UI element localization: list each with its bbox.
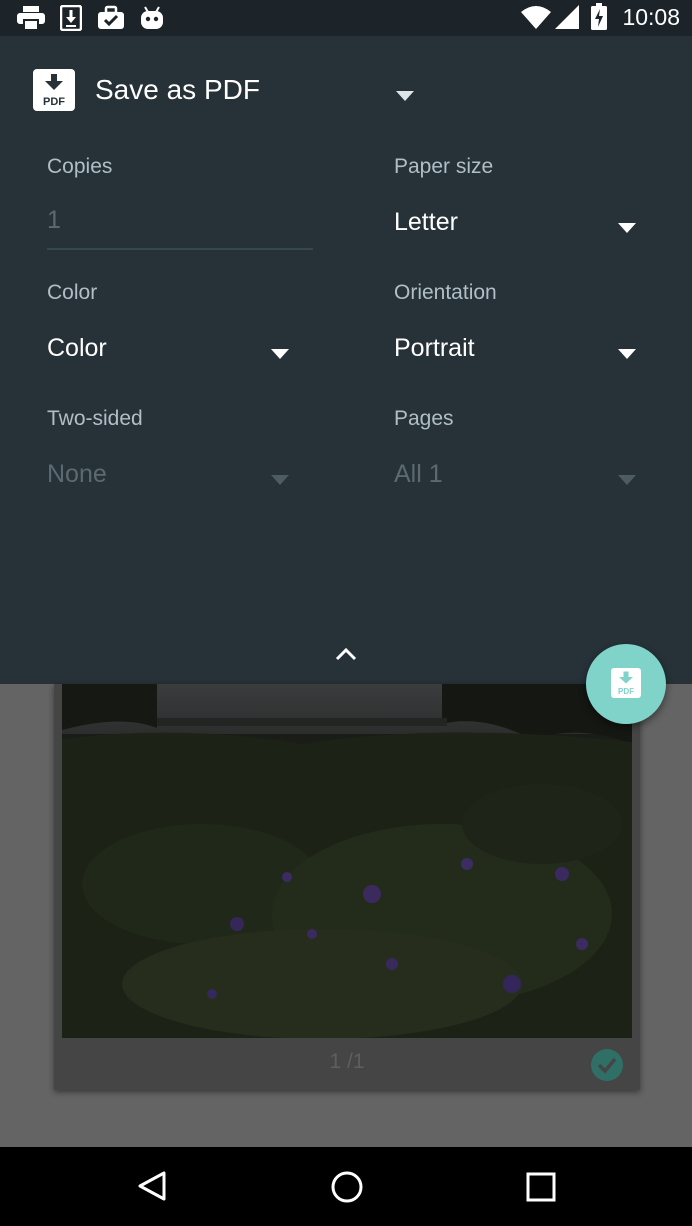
chevron-down-icon [271,470,289,489]
paper-size-label: Paper size [394,155,494,178]
battery-charging-icon [590,3,608,35]
orientation-value: Portrait [394,334,475,362]
clock: 10:08 [622,4,680,30]
recents-icon[interactable] [525,1171,557,1207]
destination-label: Save as PDF [95,74,260,105]
two-sided-dropdown: None [47,456,297,496]
orientation-dropdown[interactable]: Portrait [394,330,644,370]
print-options-panel: PDF Save as PDF Copies Paper size Letter… [0,36,692,684]
check-circle-icon[interactable] [590,1048,624,1086]
copies-input[interactable] [47,198,313,250]
chevron-up-icon[interactable] [332,642,360,670]
svg-text:PDF: PDF [43,96,65,108]
save-pdf-button[interactable]: PDF [586,644,666,724]
svg-text:PDF: PDF [618,687,634,696]
chevron-down-icon [618,470,636,489]
pdf-download-icon: PDF [611,668,641,698]
color-value: Color [47,334,107,362]
signal-icon [554,4,580,34]
paper-size-value: Letter [394,208,458,236]
wifi-icon [520,4,552,34]
back-icon[interactable] [135,1169,169,1207]
download-icon [59,4,83,35]
preview-photo [62,684,632,1042]
two-sided-label: Two-sided [47,407,143,430]
two-sided-value: None [47,460,107,488]
chevron-down-icon [271,344,289,363]
home-icon[interactable] [329,1169,365,1209]
pages-label: Pages [394,407,454,430]
paper-size-dropdown[interactable]: Letter [394,204,644,244]
pages-value: All 1 [394,460,443,488]
print-icon [16,5,46,35]
chevron-down-icon [618,344,636,363]
page-preview[interactable]: 1 /1 [54,684,640,1090]
pdf-download-icon: PDF [33,69,75,115]
page-counter: 1 /1 [329,1050,365,1073]
navigation-bar [0,1147,692,1226]
pages-dropdown: All 1 [394,456,644,496]
briefcase-check-icon [97,5,125,35]
chevron-down-icon [618,218,636,237]
color-dropdown[interactable]: Color [47,330,297,370]
status-bar: 10:08 [0,0,692,36]
orientation-label: Orientation [394,281,497,304]
destination-dropdown[interactable]: PDF Save as PDF [0,36,440,146]
android-icon [140,5,164,35]
copies-label: Copies [47,155,113,178]
color-label: Color [47,281,98,304]
chevron-down-icon [396,86,414,105]
